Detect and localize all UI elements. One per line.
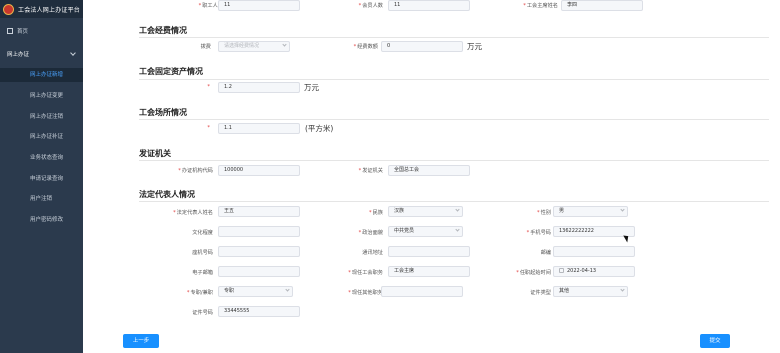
section-assets-title: 工会固定资产情况 [139, 67, 203, 76]
home-icon [7, 28, 13, 34]
postcode-label: 邮编 [540, 250, 551, 256]
app-title: 工会法人网上办证平台 [18, 6, 81, 14]
sidebar-item-label: 首页 [17, 29, 29, 35]
venue-unit: (平方米) [305, 124, 334, 133]
main-form: *职工人数 11 *会员人数 11 *工会主席姓名 李四 工会经费情况 拨费 请… [83, 0, 780, 353]
section-issuer-title: 发证机关 [139, 149, 171, 158]
calendar-icon [559, 268, 564, 273]
divider [139, 37, 769, 38]
staff-count-input[interactable]: 11 [218, 0, 300, 11]
member-count-label: *会员人数 [358, 3, 383, 9]
landline-input[interactable] [218, 246, 300, 257]
divider [139, 119, 769, 120]
email-input[interactable] [218, 266, 300, 277]
landline-label: 座机号码 [192, 250, 213, 256]
other-post-label: *现任其他职务 [348, 290, 383, 296]
amount-unit: 万元 [467, 42, 482, 51]
postcode-input[interactable] [553, 246, 635, 257]
section-venue-title: 工会场所情况 [139, 108, 187, 117]
issuer-office-label: *发证机关 [358, 168, 383, 174]
education-input[interactable] [218, 226, 300, 237]
divider [139, 160, 769, 161]
id-no-input[interactable]: 33445555 [218, 306, 300, 317]
chairman-name-label: *工会主席姓名 [523, 3, 558, 9]
union-post-label: *现任工会职务 [348, 270, 383, 276]
prev-step-button[interactable]: 上一步 [123, 334, 159, 348]
start-date-label: *任职起始时间 [516, 270, 551, 276]
id-type-label: 证件类型 [530, 290, 551, 296]
issuer-office-input[interactable]: 全国总工会 [388, 165, 470, 176]
ethnicity-select[interactable]: 汉族 [388, 206, 463, 217]
id-type-select[interactable]: 其他 [553, 286, 628, 297]
sidebar-item-records[interactable]: 申请记录查询 [0, 172, 83, 186]
sidebar-item-logout[interactable]: 用户注销 [0, 192, 83, 206]
issuer-code-label: *办证机构代码 [178, 168, 213, 174]
venue-required-mark: * [207, 125, 210, 131]
union-logo-icon [3, 3, 14, 15]
divider [139, 79, 769, 80]
amount-input[interactable]: 0 [381, 41, 463, 52]
rep-name-input[interactable]: 王五 [218, 206, 300, 217]
sidebar-item-password[interactable]: 用户密码修改 [0, 213, 83, 227]
address-input[interactable] [388, 246, 470, 257]
section-legal-rep-title: 法定代表人情况 [139, 190, 195, 199]
union-post-input[interactable]: 工会主席 [388, 266, 470, 277]
phone-label: *手机号码 [526, 230, 551, 236]
section-funding-title: 工会经费情况 [139, 26, 187, 35]
rep-name-label: *法定代表人姓名 [173, 210, 213, 216]
fulltime-select[interactable]: 专职 [218, 286, 293, 297]
ethnicity-label: *民族 [369, 210, 383, 216]
email-label: 电子邮箱 [192, 270, 213, 276]
start-date-input[interactable]: 2022-04-13 [553, 266, 635, 277]
address-label: 通讯地址 [362, 250, 383, 256]
assets-required-mark: * [207, 84, 210, 90]
sidebar: 工会法人网上办证平台 首页 网上办证 网上办证新增 网上办证变更 网上办证注销 … [0, 0, 83, 353]
education-label: 文化程度 [192, 230, 213, 236]
sidebar-header: 工会法人网上办证平台 [0, 0, 83, 18]
venue-input[interactable]: 1.1 [218, 123, 300, 134]
submit-button[interactable]: 提交 [700, 334, 730, 348]
divider [139, 201, 769, 202]
sidebar-group-online-cert[interactable]: 网上办证 [0, 50, 83, 58]
id-no-label: 证件号码 [192, 310, 213, 316]
other-post-input[interactable] [381, 286, 463, 297]
member-count-input[interactable]: 11 [388, 0, 470, 11]
sidebar-item-cancel[interactable]: 网上办证注销 [0, 110, 83, 124]
assets-input[interactable]: 1.2 [218, 82, 300, 93]
sidebar-item-status[interactable]: 业务状态查询 [0, 151, 83, 165]
sidebar-item-reissue[interactable]: 网上办证补证 [0, 130, 83, 144]
chairman-name-input[interactable]: 李四 [561, 0, 643, 11]
issuer-code-input[interactable]: 100000 [218, 165, 300, 176]
staff-count-label: *职工人数 [198, 3, 223, 9]
gender-select[interactable]: 男 [553, 206, 628, 217]
fulltime-label: *专职/兼职 [186, 290, 213, 296]
assets-unit: 万元 [304, 83, 319, 92]
amount-label: *经费数额 [353, 44, 378, 50]
sidebar-item-new[interactable]: 网上办证新增 [0, 68, 83, 82]
fee-label: 拨费 [200, 44, 211, 50]
politics-select[interactable]: 中共党员 [388, 226, 463, 237]
fee-select[interactable]: 请选择经费情况 [218, 41, 290, 52]
politics-label: *政治面貌 [358, 230, 383, 236]
sidebar-item-home[interactable]: 首页 [0, 27, 83, 35]
gender-label: *性别 [537, 210, 551, 216]
sidebar-item-change[interactable]: 网上办证变更 [0, 89, 83, 103]
